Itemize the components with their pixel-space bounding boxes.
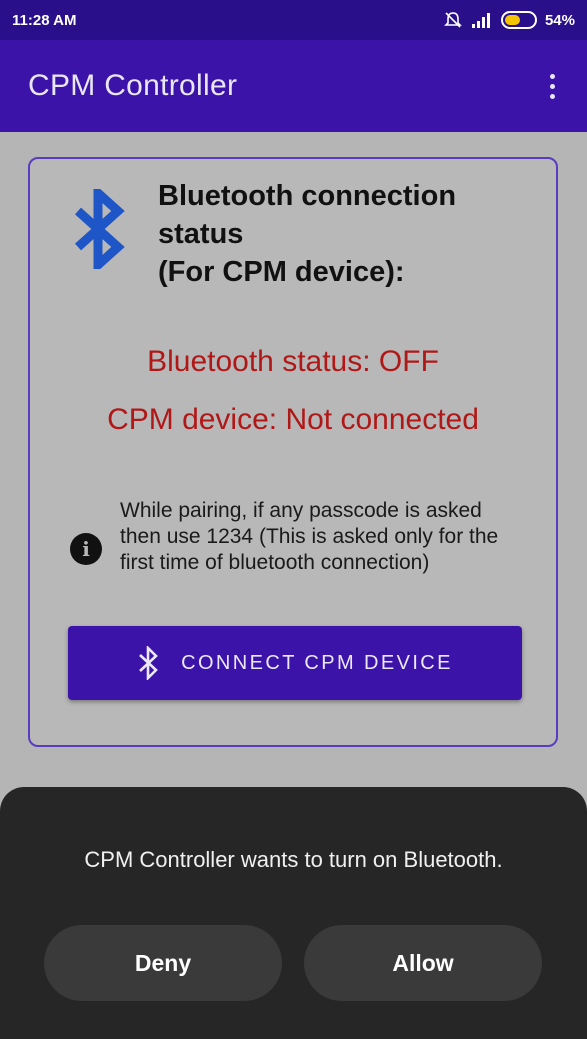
connect-cpm-device-button[interactable]: CONNECT CPM DEVICE [68,626,522,700]
overflow-menu-icon[interactable] [546,68,559,105]
mute-icon [444,12,462,28]
heading-line-3: (For CPM device): [158,256,405,288]
pairing-info-text: While pairing, if any passcode is asked … [120,499,499,574]
bluetooth-icon [139,646,158,680]
heading-line-2: status [158,218,244,250]
device-status-text: CPM device: Not connected [107,403,479,436]
bluetooth-permission-dialog: CPM Controller wants to turn on Bluetoot… [0,787,587,1039]
status-icons: 54% [443,11,575,29]
bluetooth-icon [74,189,125,269]
heading-line-1: Bluetooth connection [158,180,457,212]
dialog-message: CPM Controller wants to turn on Bluetoot… [84,847,503,872]
app-bar: CPM Controller [0,40,587,132]
info-icon: i [70,533,102,565]
battery-percent: 54% [544,11,575,29]
bluetooth-status-text: Bluetooth status: OFF [147,345,439,378]
bluetooth-status-card: Bluetooth connection status (For CPM dev… [28,157,558,747]
card-heading: Bluetooth connection status (For CPM dev… [158,177,538,291]
status-time: 11:28 AM [12,11,77,29]
deny-button[interactable]: Deny [44,925,282,1001]
battery-icon [500,11,537,29]
app-title: CPM Controller [28,69,238,102]
connect-button-label: CONNECT CPM DEVICE [181,651,453,674]
allow-button[interactable]: Allow [304,925,542,1001]
battery-fill [504,15,521,25]
status-bar: 11:28 AM 54% [0,0,587,40]
signal-icon [471,13,490,28]
